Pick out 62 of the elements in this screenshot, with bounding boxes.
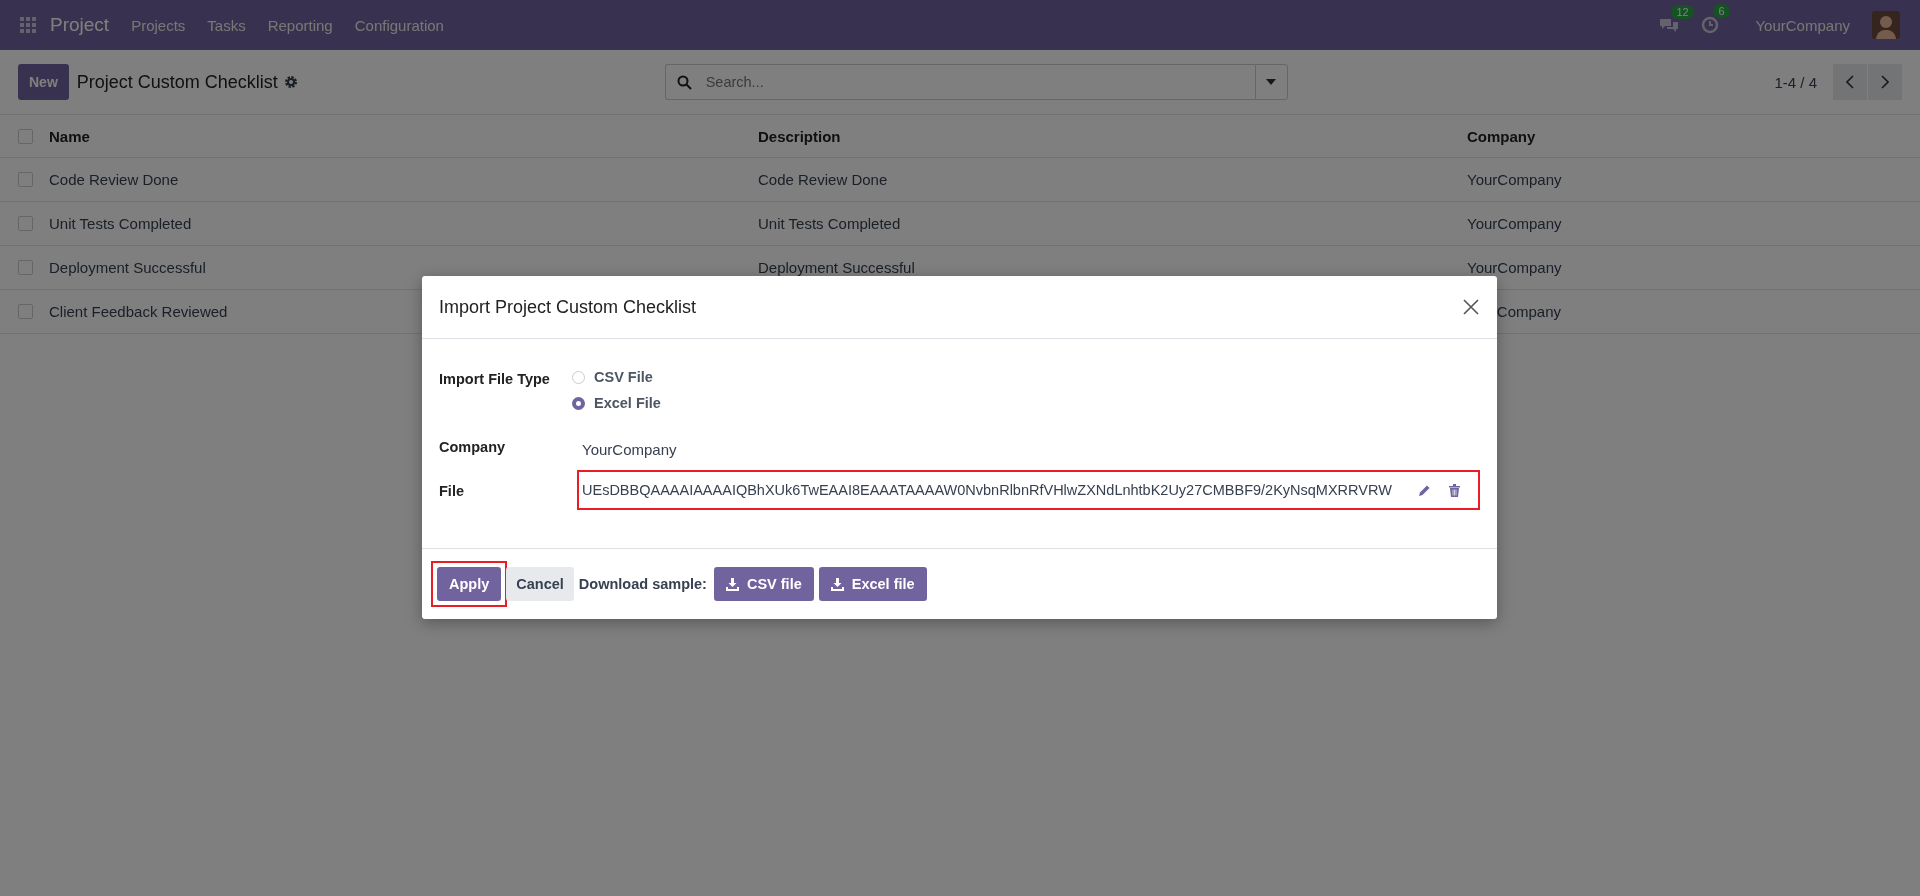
table-cell: Code Review Done [758, 171, 888, 188]
table-cell: Code Review Done [49, 171, 179, 188]
menu-item[interactable]: Projects [131, 16, 186, 34]
row-checkbox[interactable] [18, 304, 33, 319]
table-cell: Unit Tests Completed [49, 215, 192, 232]
download-sample-label: Download sample: [578, 576, 707, 592]
table-cell: YourCompany [1467, 215, 1562, 232]
csv-download-button[interactable]: CSV file [713, 567, 814, 601]
download-icon [725, 577, 739, 591]
row-checkbox[interactable] [18, 216, 33, 231]
pager-value[interactable]: 1-4 / 4 [1774, 73, 1817, 91]
cancel-button[interactable]: Cancel [506, 567, 574, 601]
dialog-title: Import Project Custom Checklist [439, 296, 697, 318]
menu-item[interactable]: Reporting [267, 16, 333, 34]
table-cell: Company [1496, 303, 1561, 320]
menu-item[interactable]: Tasks [207, 16, 246, 34]
gear-icon[interactable] [283, 75, 298, 89]
page-title: Project Custom Checklist [76, 71, 278, 93]
table-cell: Deployment Successful [49, 259, 206, 276]
previous-button[interactable] [1833, 64, 1867, 100]
excel-download-button[interactable]: Excel file [818, 567, 927, 601]
field-label: Company [439, 438, 507, 455]
field-label: Import File Type [439, 370, 551, 387]
message-count-badge: 12 [1671, 5, 1694, 19]
trash-icon[interactable] [1449, 483, 1460, 497]
row-checkbox[interactable] [18, 172, 33, 187]
chat-icon[interactable] [1659, 17, 1680, 33]
search-field[interactable]: Search... [664, 64, 1255, 100]
column-header[interactable]: Company [1467, 127, 1920, 145]
row-checkbox[interactable] [18, 260, 33, 275]
table-cell: Deployment Successful [758, 259, 915, 276]
menu-item[interactable]: Configuration [354, 16, 444, 34]
radio-label[interactable]: Excel File [594, 395, 661, 411]
column-header[interactable]: Description [758, 127, 1467, 145]
table-cell: Unit Tests Completed [758, 215, 901, 232]
field-label: File [439, 482, 465, 499]
close-icon[interactable] [1463, 299, 1479, 315]
download-icon [830, 577, 844, 591]
activity-count-badge: 6 [1713, 4, 1730, 18]
column-header[interactable]: Name [49, 127, 758, 145]
app-name[interactable]: Project [50, 14, 110, 36]
radio-label[interactable]: CSV File [594, 369, 653, 385]
table-cell: Client Feedback Reviewed [49, 303, 228, 320]
company-value: YourCompany [581, 440, 678, 458]
table-cell: YourCompany [1467, 171, 1562, 188]
apps-grid-icon[interactable] [20, 17, 36, 33]
company-switcher[interactable]: YourCompany [1755, 16, 1850, 34]
next-button[interactable] [1868, 64, 1902, 100]
chevron-left-icon [1846, 75, 1854, 89]
search-options-toggle[interactable] [1254, 64, 1288, 100]
radio-button[interactable] [572, 396, 585, 410]
new-button[interactable]: New [18, 64, 69, 100]
search-icon [676, 75, 692, 90]
file-field[interactable]: UEsDBBQAAAAIAAAAIQBhXUk6TwEAAI8EAAATAAAAW0NvbnRlbnRfVHlwZXNdLnhtbK2Uy27CMBBF9/2KyNsqMXRRVRW [577, 470, 1480, 510]
select-all-checkbox[interactable] [18, 128, 33, 144]
caret-icon [1266, 79, 1277, 85]
chevron-right-icon [1881, 75, 1889, 89]
avatar-icon[interactable] [1872, 11, 1900, 39]
clock-icon[interactable] [1701, 16, 1720, 34]
pencil-icon[interactable] [1418, 483, 1431, 497]
table-cell: YourCompany [1467, 259, 1562, 276]
apply-button[interactable]: Apply [437, 567, 502, 601]
